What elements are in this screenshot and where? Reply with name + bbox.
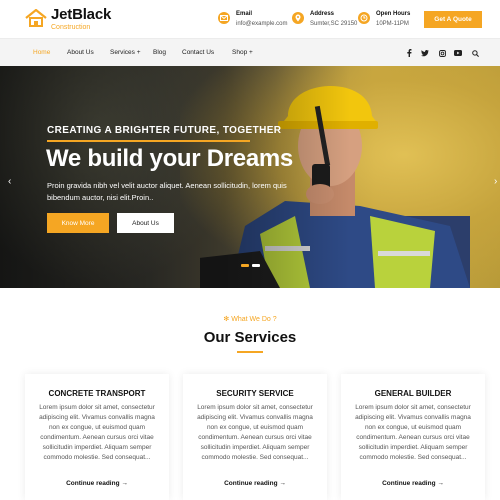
services-title: Our Services	[203, 329, 297, 346]
email-value[interactable]: info@example.com	[236, 20, 287, 29]
nav-item-services[interactable]: Services +	[110, 49, 141, 56]
get-a-quote-button[interactable]: Get A Quote	[424, 11, 482, 28]
main-nav: Home About Us Services + Blog Contact Us…	[0, 38, 500, 66]
continue-reading-label: Continue reading	[382, 480, 436, 487]
continue-reading-link[interactable]: Continue reading →	[183, 480, 327, 487]
nav-item-shop[interactable]: Shop +	[232, 49, 253, 56]
arrow-right-icon: →	[121, 480, 128, 487]
service-card-text: Lorem ipsum dolor sit amet, consectetur …	[197, 404, 313, 461]
top-header: JetBlack Construction Email info@example…	[0, 0, 500, 38]
nav-item-blog[interactable]: Blog	[153, 49, 166, 56]
services-subtitle-text: What We Do ?	[231, 316, 277, 323]
arrow-right-icon: →	[279, 480, 286, 487]
continue-reading-link[interactable]: Continue reading →	[25, 480, 169, 487]
plus-icon: +	[136, 49, 141, 56]
service-card-title: CONCRETE TRANSPORT	[48, 389, 146, 398]
nav-item-about-us[interactable]: About Us	[67, 49, 94, 56]
about-us-button[interactable]: About Us	[117, 213, 174, 233]
house-logo-icon	[25, 8, 47, 27]
brand-name: JetBlack	[51, 6, 112, 23]
site-logo[interactable]: JetBlack Construction	[25, 7, 111, 32]
address-info: Address Sumter,SC 29150	[292, 10, 357, 29]
hours-info: Open Hours 10PM-11PM	[358, 10, 410, 29]
service-card: GENERAL BUILDER Lorem ipsum dolor sit am…	[341, 374, 485, 500]
hours-title: Open Hours	[376, 11, 411, 17]
location-pin-icon	[292, 12, 304, 24]
continue-reading-label: Continue reading	[66, 480, 120, 487]
gear-icon: ✻	[223, 316, 230, 323]
service-card-text: Lorem ipsum dolor sit amet, consectetur …	[39, 404, 155, 461]
instagram-icon[interactable]	[437, 48, 447, 58]
know-more-button[interactable]: Know More	[47, 213, 109, 233]
service-card-title: GENERAL BUILDER	[374, 389, 452, 398]
email-title: Email	[236, 11, 253, 17]
nav-item-contact-us[interactable]: Contact Us	[182, 49, 214, 56]
service-card-title: SECURITY SERVICE	[216, 389, 294, 398]
hero-tagline: CREATING A BRIGHTER FUTURE, TOGETHER	[47, 125, 282, 136]
mail-icon	[218, 12, 230, 24]
services-subtitle: ✻ What We Do ?	[0, 315, 500, 323]
hero-overlay	[0, 66, 500, 288]
continue-reading-label: Continue reading	[224, 480, 278, 487]
hero-tagline-underline	[47, 140, 250, 142]
brand-tagline: Construction	[51, 24, 91, 31]
nav-item-services-label: Services	[110, 49, 135, 56]
service-card-text: Lorem ipsum dolor sit amet, consectetur …	[355, 404, 471, 461]
hero-title: We build your Dreams	[46, 145, 293, 172]
slide-dot-2[interactable]	[252, 264, 260, 267]
plus-icon: +	[249, 49, 253, 56]
continue-reading-link[interactable]: Continue reading →	[341, 480, 485, 487]
hero-description: Proin gravida nibh vel velit auctor aliq…	[47, 181, 287, 202]
service-card: SECURITY SERVICE Lorem ipsum dolor sit a…	[183, 374, 327, 500]
address-title: Address	[310, 11, 335, 17]
search-icon[interactable]	[470, 48, 480, 58]
twitter-icon[interactable]	[420, 48, 430, 58]
hero-slider: CREATING A BRIGHTER FUTURE, TOGETHER We …	[0, 66, 500, 288]
facebook-icon[interactable]	[404, 48, 414, 58]
hours-value: 10PM-11PM	[376, 21, 409, 27]
slide-dot-1[interactable]	[241, 264, 249, 267]
prev-slide-arrow-icon[interactable]: ‹	[8, 176, 11, 187]
services-title-underline	[237, 351, 263, 353]
nav-item-shop-label: Shop	[232, 49, 248, 56]
service-card: CONCRETE TRANSPORT Lorem ipsum dolor sit…	[25, 374, 169, 500]
arrow-right-icon: →	[437, 480, 444, 487]
address-value: Sumter,SC 29150	[310, 21, 358, 27]
youtube-icon[interactable]	[453, 48, 463, 58]
next-slide-arrow-icon[interactable]: ›	[494, 176, 497, 187]
clock-icon	[358, 12, 370, 24]
email-info: Email info@example.com	[218, 10, 287, 29]
nav-item-home[interactable]: Home	[33, 49, 50, 56]
